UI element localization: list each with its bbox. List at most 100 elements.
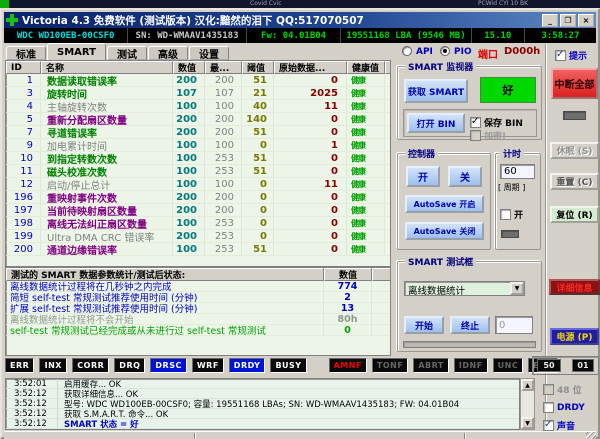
timer-led: [501, 230, 519, 238]
drdy-checkbox[interactable]: [543, 402, 554, 413]
cell-threshold: 0: [242, 217, 274, 229]
result-row: 简短 self-test 常规测试推荐使用时间 (分钟)2: [6, 292, 390, 303]
header-threshold[interactable]: 阈值: [242, 61, 274, 74]
48bit-checkbox: [543, 384, 554, 395]
cell-threshold: 51: [242, 126, 274, 138]
cell-worst: 100: [205, 139, 242, 151]
restore-button[interactable]: ❐: [560, 14, 576, 27]
register-panel: 50 01: [532, 356, 599, 375]
smart-table-row[interactable]: 9加电累计时间10010001健康: [6, 139, 390, 152]
smart-test-results-table: 测试的 SMART 数据参数统计/测试后状态: 数值 离线数据统计过程将在几秒钟…: [5, 267, 391, 356]
details-button[interactable]: 详细信息: [549, 279, 600, 295]
smart-table-row[interactable]: 197当前待映射扇区数量20020000健康: [6, 204, 390, 217]
break-all-button[interactable]: 中断全部: [551, 68, 598, 99]
timer-on-checkbox-row[interactable]: 开: [500, 204, 523, 223]
cell-filler: [385, 191, 390, 203]
recall-button[interactable]: 复位 (R): [550, 206, 599, 223]
cell-value: 200: [173, 191, 205, 203]
status-flags-row: ERR INX CORR DRQ DRSC WRF DRDY BUSY AMNF…: [5, 358, 563, 373]
hint-checkbox-row[interactable]: ✓提示: [555, 45, 587, 64]
title-bar[interactable]: Victoria 4.3 免费软件 (测试版本) 汉化:黯然的泪下 QQ:517…: [4, 12, 596, 28]
autosave-on-button[interactable]: AutoSave 开启: [405, 195, 484, 213]
smart-table-row[interactable]: 11磁头校准次数100253510健康: [6, 165, 390, 178]
tab-standard[interactable]: 标准: [6, 46, 46, 60]
scroll-up-icon[interactable]: ▲: [521, 379, 534, 391]
cell-threshold: 0: [242, 204, 274, 216]
cell-filler: [385, 204, 390, 216]
resize-grip[interactable]: [586, 432, 596, 439]
cell-health: 健康: [347, 152, 385, 164]
smart-table-row[interactable]: 199Ultra DMA CRC 错误率20025300健康: [6, 230, 390, 243]
cell-health: 健康: [347, 165, 385, 177]
test-counter-input[interactable]: [495, 316, 533, 334]
cell-threshold: 51: [242, 74, 274, 86]
pio-radio-label: PIO: [454, 47, 472, 57]
power-button[interactable]: 电源 (P): [550, 328, 599, 345]
test-type-dropdown[interactable]: 离线数据统计 ▼: [404, 281, 525, 296]
header-raw[interactable]: 原始数据...: [274, 61, 347, 74]
scroll-down-icon[interactable]: ▼: [521, 417, 534, 429]
api-radio[interactable]: [402, 46, 412, 56]
test-stop-button[interactable]: 终止: [450, 316, 490, 334]
autosave-off-button[interactable]: AutoSave 关闭: [405, 222, 484, 240]
clock: 3:58:27: [525, 28, 596, 43]
cell-threshold: 0: [242, 178, 274, 190]
encrypt-checkbox-row: 加密!: [470, 125, 506, 144]
test-start-button[interactable]: 开始: [404, 316, 444, 334]
sleep-button[interactable]: 休眠 (S): [550, 142, 599, 159]
reset-button[interactable]: 重置 (C): [550, 173, 599, 190]
header-worst[interactable]: 最...: [205, 61, 242, 74]
smart-table-row[interactable]: 12启动/停止总计100100011健康: [6, 178, 390, 191]
cell-value: 200: [173, 204, 205, 216]
get-smart-button[interactable]: 获取 SMART: [404, 79, 468, 103]
result-value: 774: [324, 281, 372, 291]
hint-label: 提示: [569, 52, 587, 62]
hint-checkbox[interactable]: ✓: [555, 50, 566, 61]
cell-health: 健康: [347, 230, 385, 242]
tab-advanced[interactable]: 高级: [148, 46, 188, 60]
cell-filler: [385, 87, 390, 99]
encrypt-checkbox: [470, 130, 481, 141]
timer-on-checkbox[interactable]: [500, 209, 511, 220]
minimize-button[interactable]: _: [542, 14, 558, 27]
header-id[interactable]: ID: [6, 61, 41, 74]
cell-value: 100: [173, 152, 205, 164]
controller-group: 控制器 开 关 AutoSave 开启 AutoSave 关闭: [397, 153, 491, 250]
cell-raw: 11: [274, 178, 347, 190]
smart-table-row[interactable]: 196重映射事件次数20020000健康: [6, 191, 390, 204]
sound-checkbox[interactable]: ✓: [543, 420, 554, 431]
header-name[interactable]: 名称: [41, 61, 173, 74]
smart-table-row[interactable]: 3旋转时间107107212025健康: [6, 87, 390, 100]
smart-table-row[interactable]: 7寻道错误率200200510健康: [6, 126, 390, 139]
smart-on-button[interactable]: 开: [406, 166, 440, 187]
header-value[interactable]: 数值: [173, 61, 205, 74]
background-text: PCWid CYI 10 BK: [478, 0, 528, 7]
status-bar: [4, 431, 596, 439]
close-button[interactable]: ×: [578, 14, 594, 27]
cell-filler: [385, 126, 390, 138]
flag-inx: INX: [39, 358, 67, 373]
cell-filler: [385, 165, 390, 177]
open-bin-button[interactable]: 打开 BIN: [407, 113, 465, 133]
smart-table-row[interactable]: 1数据读取错误率200200510健康: [6, 74, 390, 87]
result-value: 13: [324, 303, 372, 313]
drive-capacity: 19551168 LBA (9546 MB): [341, 28, 471, 43]
timer-value-input[interactable]: [500, 164, 535, 179]
tab-test[interactable]: 测试: [107, 46, 147, 60]
header-health[interactable]: 健康值: [347, 61, 385, 74]
pio-radio[interactable]: [440, 46, 450, 56]
chevron-down-icon[interactable]: ▼: [510, 282, 524, 295]
tab-smart[interactable]: SMART: [47, 43, 106, 60]
drdy-checkbox-row[interactable]: DRDY: [543, 397, 585, 416]
cell-name: 通道边缘错误率: [41, 243, 173, 255]
smart-table-row[interactable]: 4主轴旋转次数1001004011健康: [6, 100, 390, 113]
smart-table-row[interactable]: 10到指定转数次数100253510健康: [6, 152, 390, 165]
log-scrollbar[interactable]: ▲ ▼: [520, 378, 535, 430]
cell-name: 磁头校准次数: [41, 165, 173, 177]
results-header-filler: [372, 268, 390, 281]
smart-table-row[interactable]: 198离线无法纠正扇区数量10025300健康: [6, 217, 390, 230]
tab-settings[interactable]: 设置: [189, 46, 229, 60]
smart-table-row[interactable]: 5重新分配扇区数量2002001400健康: [6, 113, 390, 126]
smart-table-row[interactable]: 200通道边缘错误率100253510健康: [6, 243, 390, 256]
smart-off-button[interactable]: 关: [448, 166, 482, 187]
